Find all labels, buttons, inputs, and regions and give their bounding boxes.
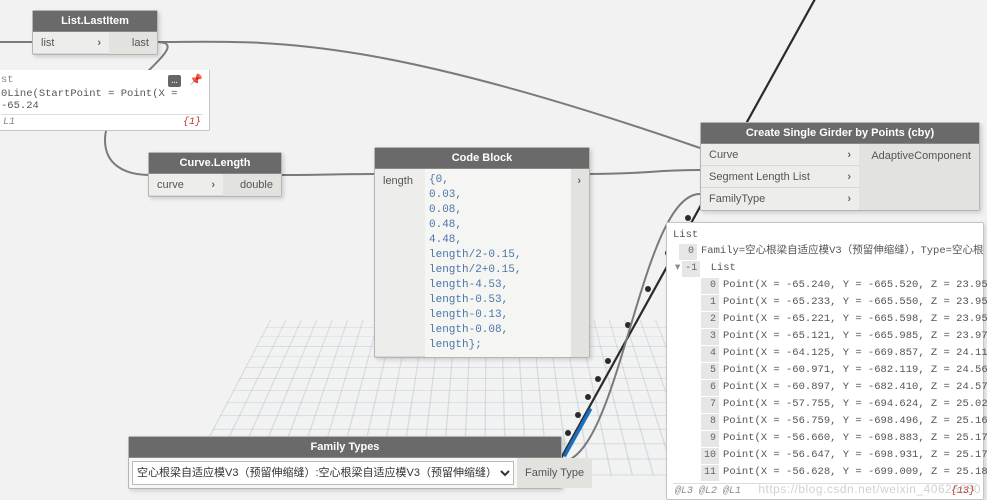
list-item: 4Point(X = -64.125, Y = -669.857, Z = 24… bbox=[673, 345, 977, 362]
list-item: 9Point(X = -56.660, Y = -698.883, Z = 25… bbox=[673, 430, 977, 447]
port-label: Segment Length List bbox=[709, 171, 810, 183]
list-item: 11Point(X = -56.628, Y = -699.009, Z = 2… bbox=[673, 464, 977, 481]
port-label: length bbox=[383, 175, 413, 187]
row-text: Line(StartPoint = Point(X = -65.24 bbox=[1, 88, 177, 112]
port-label: list bbox=[41, 37, 54, 49]
list-item: 0Point(X = -65.240, Y = -665.520, Z = 23… bbox=[673, 277, 977, 294]
input-port-list[interactable]: list › bbox=[33, 32, 109, 54]
input-port-length[interactable]: length bbox=[375, 169, 425, 357]
port-label: Curve bbox=[709, 149, 738, 161]
chevron-right-icon: › bbox=[847, 171, 851, 183]
port-label: FamilyType bbox=[709, 193, 765, 205]
node-create-girder[interactable]: Create Single Girder by Points (cby) Cur… bbox=[700, 122, 980, 211]
pin-icon[interactable]: 📌 bbox=[190, 75, 203, 87]
list-item: 3Point(X = -65.121, Y = -665.985, Z = 23… bbox=[673, 328, 977, 345]
output-port-adaptivecomponent[interactable]: AdaptiveComponent bbox=[859, 144, 979, 210]
watch-panel-output[interactable]: List 0Family=空心根梁自适应模V3（预留伸缩缝），Type=空心根 … bbox=[666, 222, 984, 500]
port-label: Family Type bbox=[525, 467, 584, 479]
node-list-lastitem[interactable]: List.LastItem list › last bbox=[32, 10, 158, 55]
chevron-right-icon: › bbox=[577, 175, 581, 187]
node-curve-length[interactable]: Curve.Length curve › double bbox=[148, 152, 282, 197]
node-family-types[interactable]: Family Types 空心根梁自适应模V3（预留伸缩缝）:空心根梁自适应模V… bbox=[128, 436, 562, 489]
output-port-double[interactable]: double bbox=[223, 174, 281, 196]
code-block-editor[interactable]: {0, 0.03, 0.08, 0.48, 4.48, length/2-0.1… bbox=[425, 169, 571, 357]
input-port-segment-length-list[interactable]: Segment Length List › bbox=[701, 166, 859, 188]
list-item: 5Point(X = -60.971, Y = -682.119, Z = 24… bbox=[673, 362, 977, 379]
port-label: double bbox=[240, 179, 273, 191]
list-item: 8Point(X = -56.759, Y = -698.496, Z = 25… bbox=[673, 413, 977, 430]
input-port-curve[interactable]: curve › bbox=[149, 174, 223, 196]
sublist-label: List bbox=[711, 262, 736, 274]
watch-level-label: @L3 @L2 @L1 bbox=[675, 486, 741, 497]
menu-icon[interactable]: … bbox=[168, 75, 180, 87]
output-port-last[interactable]: last bbox=[109, 32, 157, 54]
watch-root-label: List bbox=[673, 227, 977, 243]
node-title: Family Types bbox=[129, 437, 561, 458]
chevron-right-icon: › bbox=[211, 179, 215, 191]
output-port-code[interactable]: › bbox=[571, 169, 589, 357]
node-title: List.LastItem bbox=[33, 11, 157, 32]
list-item: 10Point(X = -56.647, Y = -698.931, Z = 2… bbox=[673, 447, 977, 464]
tree-toggle-icon[interactable]: ▾ bbox=[675, 262, 680, 274]
node-title: Create Single Girder by Points (cby) bbox=[701, 123, 979, 144]
watch-count: {1} bbox=[183, 117, 201, 128]
list-item: 2Point(X = -65.221, Y = -665.598, Z = 23… bbox=[673, 311, 977, 328]
watermark: https://blog.csdn.net/weixin_40626630 bbox=[758, 482, 981, 496]
output-port-family-type[interactable]: Family Type bbox=[517, 458, 592, 488]
chevron-right-icon: › bbox=[97, 37, 101, 49]
chevron-right-icon: › bbox=[847, 193, 851, 205]
node-code-block[interactable]: Code Block length {0, 0.03, 0.08, 0.48, … bbox=[374, 147, 590, 358]
watch-panel-small[interactable]: st … 📌 0Line(StartPoint = Point(X = -65.… bbox=[0, 70, 210, 131]
input-port-familytype[interactable]: FamilyType › bbox=[701, 188, 859, 210]
row-index: -1 bbox=[682, 261, 700, 277]
node-title: Curve.Length bbox=[149, 153, 281, 174]
list-item: 6Point(X = -60.897, Y = -682.410, Z = 24… bbox=[673, 379, 977, 396]
input-port-curve[interactable]: Curve › bbox=[701, 144, 859, 166]
port-label: curve bbox=[157, 179, 184, 191]
row-text: Family=空心根梁自适应模V3（预留伸缩缝），Type=空心根 bbox=[701, 245, 983, 257]
list-item: 1Point(X = -65.233, Y = -665.550, Z = 23… bbox=[673, 294, 977, 311]
port-label: last bbox=[132, 37, 149, 49]
node-title: Code Block bbox=[375, 148, 589, 169]
watch-level-label: L1 bbox=[3, 117, 15, 128]
list-item: 7Point(X = -57.755, Y = -694.624, Z = 25… bbox=[673, 396, 977, 413]
row-index: 0 bbox=[679, 244, 697, 260]
family-type-select[interactable]: 空心根梁自适应模V3（预留伸缩缝）:空心根梁自适应模V3（预留伸缩缝） bbox=[132, 461, 514, 485]
port-label: AdaptiveComponent bbox=[871, 150, 971, 162]
chevron-right-icon: › bbox=[847, 149, 851, 161]
watch-header-label: st bbox=[1, 74, 14, 86]
